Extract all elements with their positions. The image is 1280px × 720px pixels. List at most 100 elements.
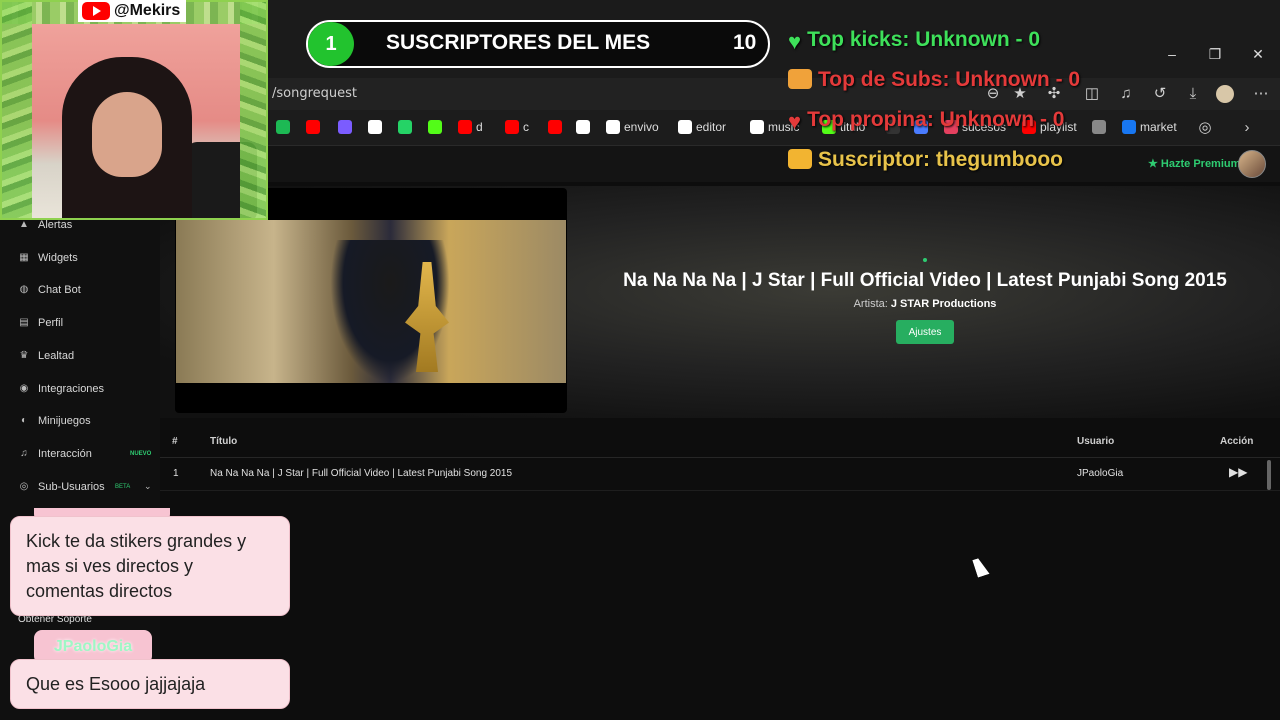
channel-handle: @Mekirs [78, 0, 187, 22]
premium-label[interactable]: Hazte Premium [1161, 158, 1240, 170]
sidebar-item-label: Sub-Usuarios [38, 480, 105, 493]
kick-icon [428, 120, 442, 134]
heart-icon: ♥ [788, 29, 802, 54]
users-icon: ◎ [19, 480, 29, 492]
more-menu-icon[interactable]: ⋯ [1252, 85, 1270, 103]
sidebar-badge: NUEVO [130, 450, 152, 457]
chat-username: JPaoloGia [53, 638, 133, 655]
row-user: JPaoloGia [1077, 468, 1124, 479]
bookmark-item[interactable] [398, 120, 412, 134]
bookmark-item[interactable]: d [458, 120, 483, 134]
trophy-icon: ♛ [19, 349, 29, 361]
maximize-icon[interactable]: ❐ [1205, 46, 1225, 63]
sidebar-item-label: Alertas [38, 219, 73, 231]
top-subs: Top de Subs: Unknown - 0 [788, 68, 1080, 92]
bookmark-item[interactable] [338, 120, 352, 134]
bookmark-item[interactable] [368, 120, 382, 134]
table-row-divider [160, 490, 1280, 491]
bookmark-item[interactable] [276, 120, 290, 134]
subs-rank: 1 [308, 22, 354, 66]
play-next-icon[interactable]: ▶▶ [1229, 465, 1247, 479]
chat-message: Que es Esooo jajjajaja [26, 674, 206, 694]
youtube-icon [458, 120, 472, 134]
sidebar-item-sub-usuarios[interactable]: ◎ Sub-Usuarios BETA ⌄ [0, 474, 160, 500]
avatar[interactable] [1238, 150, 1266, 178]
sidebar-item-label: Minijuegos [38, 415, 91, 428]
leaf-border-left [2, 2, 32, 218]
bookmark-item[interactable] [548, 120, 562, 134]
scrollbar-thumb[interactable] [1267, 460, 1271, 490]
app-icon [338, 120, 352, 134]
gift-icon [788, 69, 812, 89]
sidebar-item-chat-bot[interactable]: ◍ Chat Bot [0, 277, 160, 303]
col-index: # [172, 436, 178, 447]
sidebar-item-integraciones[interactable]: ◉ Integraciones [0, 376, 160, 402]
bookmark-label: market [1140, 120, 1177, 134]
sidebar-badge: BETA [115, 483, 131, 490]
history-icon[interactable]: ↺ [1151, 85, 1169, 103]
top-subs-text: Top de Subs: Unknown - 0 [818, 68, 1081, 91]
bookmark-label: c [523, 120, 529, 134]
bookmark-item[interactable]: envivo [606, 120, 659, 134]
chevron-right-icon[interactable]: › [1238, 119, 1256, 137]
crown-icon [788, 149, 812, 169]
url-text[interactable]: /songrequest [272, 86, 357, 101]
globe-icon[interactable]: ◎ [1196, 119, 1214, 137]
bookmark-item[interactable] [306, 120, 320, 134]
chatgpt-icon [368, 120, 382, 134]
sidebar-item-label: Widgets [38, 251, 78, 264]
youtube-icon [82, 2, 110, 20]
bookmark-item[interactable]: market [1122, 120, 1177, 134]
row-index: 1 [173, 468, 179, 479]
spotify-icon [276, 120, 290, 134]
top-kicks: ♥ Top kicks: Unknown - 0 [788, 28, 1040, 54]
chevron-down-icon[interactable]: ⌄ [144, 481, 152, 492]
artist-label: Artista: [853, 298, 888, 310]
bookmark-item[interactable]: c [505, 120, 529, 134]
app-icon [1092, 120, 1106, 134]
bookmark-item[interactable] [428, 120, 442, 134]
close-icon[interactable]: ✕ [1248, 46, 1268, 63]
latest-subscriber-text: Suscriptor: thegumbooo [818, 148, 1063, 171]
profile-avatar-icon[interactable] [1216, 85, 1234, 103]
sidebar-item-label: Interacción [38, 447, 92, 460]
col-action: Acción [1220, 436, 1254, 447]
youtube-icon [548, 120, 562, 134]
sidebar-item-minijuegos[interactable]: ◐ Minijuegos [0, 408, 160, 434]
row-title: Na Na Na Na | J Star | Full Official Vid… [210, 468, 513, 479]
split-screen-icon[interactable]: ◫ [1083, 85, 1101, 103]
webcam-person-face [92, 92, 162, 177]
sidebar-item-lealtad[interactable]: ♛ Lealtad [0, 343, 160, 369]
sidebar-item-interacci-n[interactable]: ♫ Interacción NUEVO [0, 441, 160, 467]
now-playing-artist: Artista: J STAR Productions [610, 298, 1240, 310]
table-header-divider [160, 457, 1280, 458]
bookmark-item[interactable] [576, 120, 590, 134]
settings-button[interactable]: Ajustes [896, 320, 954, 344]
media-icon[interactable]: ♫ [1117, 85, 1135, 103]
profile-icon: ▤ [19, 317, 29, 329]
sidebar-item-widgets[interactable]: ▦ Widgets [0, 245, 160, 271]
youtube-icon [505, 120, 519, 134]
bookmark-item[interactable] [1092, 120, 1106, 134]
facebook-icon [1122, 120, 1136, 134]
sidebar-item-label: Chat Bot [38, 284, 81, 297]
tiktok-icon [678, 120, 692, 134]
whatsapp-icon [398, 120, 412, 134]
bookmark-item[interactable]: editor [678, 120, 726, 134]
youtube-icon [306, 120, 320, 134]
minimize-icon[interactable]: – [1162, 46, 1182, 62]
gamepad-icon: ◐ [20, 415, 28, 427]
latest-subscriber: Suscriptor: thegumbooo [788, 148, 1063, 172]
chat-message-card: Kick te da stikers grandes y mas si ves … [10, 516, 290, 616]
sidebar-item-label: Lealtad [38, 349, 75, 362]
premium-link[interactable]: ★ Hazte Premium [1148, 157, 1240, 170]
music-icon [750, 120, 764, 134]
sidebar-item-perfil[interactable]: ▤ Perfil [0, 310, 160, 336]
screen: – ❐ ✕ /songrequest ⊖ ★ ✣ ◫ ♫ ↺ ⤓ ⋯ d c env… [0, 0, 1280, 720]
channel-handle-text: @Mekirs [114, 2, 181, 19]
tiktok-icon [606, 120, 620, 134]
download-icon[interactable]: ⤓ [1184, 85, 1202, 103]
webcam-overlay [0, 0, 268, 220]
sidebar-item-label: Perfil [38, 317, 64, 330]
leaf-border-right [240, 2, 266, 218]
